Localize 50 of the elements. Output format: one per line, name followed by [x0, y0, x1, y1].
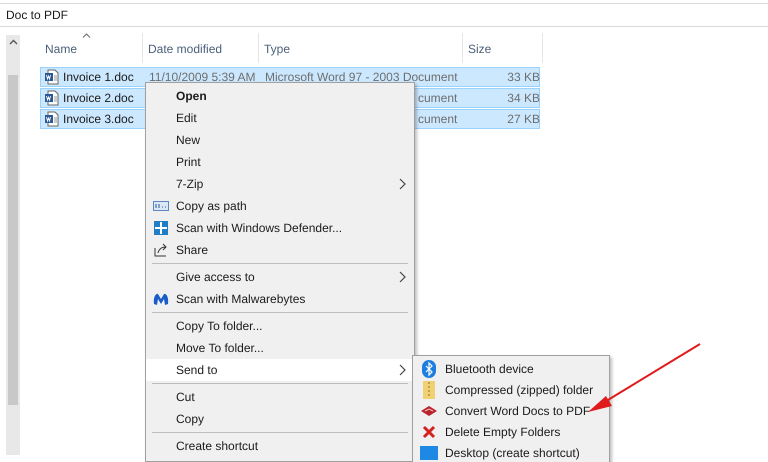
chevron-right-icon: [399, 178, 406, 190]
menu-item[interactable]: Copy as path: [146, 195, 414, 217]
word-document-icon: [44, 69, 60, 85]
menu-item[interactable]: Print: [146, 151, 414, 173]
column-header[interactable]: Date modified: [143, 33, 259, 63]
menu-item[interactable]: Bluetooth device: [413, 358, 609, 379]
word-document-icon: [44, 111, 60, 127]
menu-item[interactable]: Edit: [146, 107, 414, 129]
chevron-right-icon: [399, 271, 406, 283]
file-name: Invoice 1.doc: [63, 69, 134, 86]
menu-item[interactable]: Compressed (zipped) folder: [413, 379, 609, 400]
size-cell: 34 KB: [507, 91, 540, 105]
zip-folder-icon: [423, 380, 435, 398]
column-header[interactable]: Type: [259, 33, 463, 63]
menu-item[interactable]: Move To folder...: [146, 337, 414, 359]
file-name: Invoice 3.doc: [63, 111, 134, 128]
type-cell: Microsoft Word 97 - 2003 Document: [265, 70, 458, 84]
folder-path[interactable]: Doc to PDF: [6, 6, 68, 24]
menu-item[interactable]: Share: [146, 239, 414, 261]
file-name: Invoice 2.doc: [63, 90, 134, 107]
menu-item[interactable]: Give access to: [146, 266, 414, 288]
scroll-up-icon[interactable]: [8, 39, 18, 45]
menu-item[interactable]: 7-Zip: [146, 173, 414, 195]
share-icon: [153, 242, 169, 258]
menu-item[interactable]: Cut: [146, 386, 414, 408]
bluetooth-icon: [422, 360, 436, 378]
menu-item[interactable]: Scan with Windows Defender...: [146, 217, 414, 239]
x-mark-icon: [422, 424, 436, 438]
desktop-icon: [420, 446, 438, 460]
word-document-icon: [44, 90, 60, 106]
chevron-right-icon: [399, 364, 406, 376]
type-cell: cument: [418, 112, 458, 126]
menu-item[interactable]: Scan with Malwarebytes: [146, 288, 414, 310]
menu-item[interactable]: Copy: [146, 408, 414, 430]
scrollbar-thumb[interactable]: [8, 75, 18, 405]
menu-item[interactable]: Send to: [146, 359, 414, 381]
column-header[interactable]: Size: [463, 33, 543, 63]
menu-item[interactable]: Delete Empty Folders: [413, 421, 609, 442]
menu-item[interactable]: New: [146, 129, 414, 151]
menu-item[interactable]: Create shortcut: [146, 435, 414, 457]
size-cell: 27 KB: [507, 112, 540, 126]
size-cell: 33 KB: [507, 70, 540, 84]
date-cell: 11/10/2009 5:39 AM: [149, 70, 256, 84]
column-header[interactable]: Name: [40, 33, 143, 63]
menu-item[interactable]: Desktop (create shortcut): [413, 442, 609, 462]
sort-caret-icon: [82, 33, 91, 38]
path-icon: [153, 201, 169, 211]
type-cell: cument: [418, 91, 458, 105]
menu-item[interactable]: Open: [146, 85, 414, 107]
menu-item[interactable]: Copy To folder...: [146, 315, 414, 337]
